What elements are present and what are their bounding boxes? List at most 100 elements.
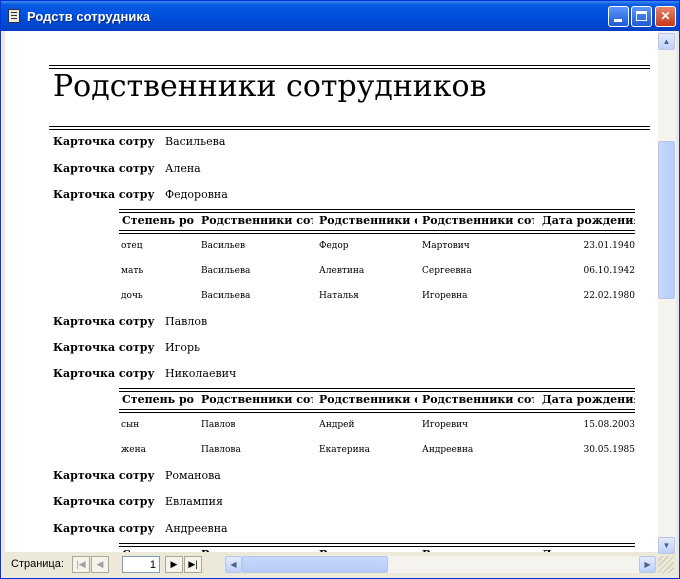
employee-first-name: Игорь	[165, 341, 201, 354]
last-page-icon: ▶|	[188, 559, 198, 569]
col-header-degree: Степень ро	[122, 548, 194, 552]
employee-last-name: Васильева	[165, 135, 226, 148]
employee-last-name: Павлов	[165, 315, 208, 328]
col-header-patronymic: Родственники сот	[422, 548, 534, 552]
employee-first-name: Алена	[165, 162, 201, 175]
close-button[interactable]: ✕	[655, 6, 676, 27]
arrow-right-icon: ▶	[644, 560, 651, 569]
relative-patronymic: Игоревна	[422, 291, 468, 301]
previous-page-icon: ◀	[96, 559, 104, 569]
employee-first-name: Евлампия	[165, 495, 223, 508]
col-header-patronymic: Родственники сот	[422, 393, 534, 406]
relative-first-name: Андрей	[319, 420, 355, 430]
relative-first-name: Наталья	[319, 291, 359, 301]
table-rule-top	[119, 543, 635, 547]
employee-patronymic-label: Карточка сотру	[53, 188, 155, 201]
relative-last-name: Павлов	[201, 420, 236, 430]
col-header-last-name: Родственники сот	[201, 214, 313, 227]
employee-patronymic: Федоровна	[165, 188, 228, 201]
employee-first-name-label: Карточка сотру	[53, 341, 155, 354]
col-header-patronymic: Родственники сот	[422, 214, 534, 227]
relative-patronymic: Андреевна	[422, 445, 474, 455]
relative-birth-date: 30.05.1985	[583, 445, 635, 455]
relative-patronymic: Сергеевна	[422, 266, 472, 276]
arrow-left-icon: ◀	[230, 560, 237, 569]
employee-last-name-label: Карточка сотру	[53, 135, 155, 148]
arrow-down-icon: ▼	[662, 541, 671, 550]
relative-first-name: Федор	[319, 241, 349, 251]
col-header-birth-date: Дата рождения	[542, 393, 635, 406]
col-header-birth-date: Дата рождения	[542, 214, 635, 227]
employee-last-name: Романова	[165, 469, 221, 482]
relative-birth-date: 06.10.1942	[583, 266, 635, 276]
first-page-button[interactable]: |◀	[72, 556, 90, 573]
navigation-bar: Страница: |◀ ◀ ▶ ▶| ◀ ▶	[5, 554, 676, 576]
report-title: Родственники сотрудников	[53, 69, 487, 104]
relative-last-name: Васильева	[201, 291, 251, 301]
relative-degree: мать	[121, 266, 144, 276]
scroll-down-button[interactable]: ▼	[658, 537, 675, 554]
employee-patronymic: Николаевич	[165, 367, 237, 380]
maximize-icon	[636, 11, 647, 21]
next-page-button[interactable]: ▶	[165, 556, 183, 573]
arrow-up-icon: ▲	[662, 37, 671, 46]
report-icon[interactable]	[8, 9, 20, 23]
col-header-first-name: Родственники с	[319, 393, 417, 406]
relative-last-name: Павлова	[201, 445, 241, 455]
table-rule-bottom	[119, 230, 635, 234]
relative-first-name: Алевтина	[319, 266, 365, 276]
close-icon: ✕	[660, 9, 671, 23]
employee-first-name-label: Карточка сотру	[53, 495, 155, 508]
relative-birth-date: 22.02.1980	[583, 291, 635, 301]
title-bar[interactable]: Родств сотрудника ✕	[1, 1, 679, 31]
vertical-scroll-thumb[interactable]	[658, 141, 675, 299]
table-rule-bottom	[119, 409, 635, 413]
table-rule-top	[119, 388, 635, 392]
relative-patronymic: Мартович	[422, 241, 470, 251]
minimize-button[interactable]	[608, 6, 629, 27]
employee-patronymic-label: Карточка сотру	[53, 522, 155, 535]
employee-first-name-label: Карточка сотру	[53, 162, 155, 175]
employee-patronymic: Андреевна	[165, 522, 228, 535]
relative-last-name: Васильев	[201, 241, 246, 251]
page-number-input[interactable]	[122, 556, 160, 573]
resize-grip[interactable]	[658, 556, 674, 573]
relative-birth-date: 23.01.1940	[583, 241, 635, 251]
first-page-icon: |◀	[76, 559, 86, 569]
employee-last-name-label: Карточка сотру	[53, 469, 155, 482]
relative-birth-date: 15.08.2003	[583, 420, 635, 430]
relative-degree: дочь	[121, 291, 143, 301]
horizontal-scrollbar[interactable]: ◀ ▶	[225, 556, 656, 573]
employee-last-name-label: Карточка сотру	[53, 315, 155, 328]
next-page-icon: ▶	[170, 559, 178, 569]
report-preview: Родственники сотрудников Карточка сотру …	[5, 31, 658, 552]
table-rule-top	[119, 209, 635, 213]
window-title: Родств сотрудника	[27, 9, 151, 24]
scroll-up-button[interactable]: ▲	[658, 33, 675, 50]
relative-degree: жена	[121, 445, 146, 455]
col-header-birth-date: Дата рождения	[542, 548, 635, 552]
employee-patronymic-label: Карточка сотру	[53, 367, 155, 380]
col-header-degree: Степень ро	[122, 214, 194, 227]
relative-degree: отец	[121, 241, 143, 251]
col-header-last-name: Родственники сот	[201, 548, 313, 552]
relative-patronymic: Игоревич	[422, 420, 469, 430]
relative-first-name: Екатерина	[319, 445, 370, 455]
title-rule-bottom	[49, 126, 650, 130]
previous-page-button[interactable]: ◀	[91, 556, 109, 573]
report-window: Родств сотрудника ✕ Родственники сотрудн…	[0, 0, 680, 579]
horizontal-scroll-thumb[interactable]	[242, 556, 388, 573]
relative-degree: сын	[121, 420, 140, 430]
scroll-right-button[interactable]: ▶	[639, 556, 656, 573]
scroll-left-button[interactable]: ◀	[225, 556, 242, 573]
last-page-button[interactable]: ▶|	[184, 556, 202, 573]
col-header-last-name: Родственники сот	[201, 393, 313, 406]
vertical-scrollbar[interactable]: ▲ ▼	[658, 31, 676, 554]
minimize-icon	[614, 19, 622, 22]
relative-last-name: Васильева	[201, 266, 251, 276]
page-label: Страница:	[11, 558, 64, 570]
col-header-first-name: Родственники с	[319, 548, 417, 552]
col-header-degree: Степень ро	[122, 393, 194, 406]
col-header-first-name: Родственники с	[319, 214, 417, 227]
maximize-button[interactable]	[631, 6, 652, 27]
